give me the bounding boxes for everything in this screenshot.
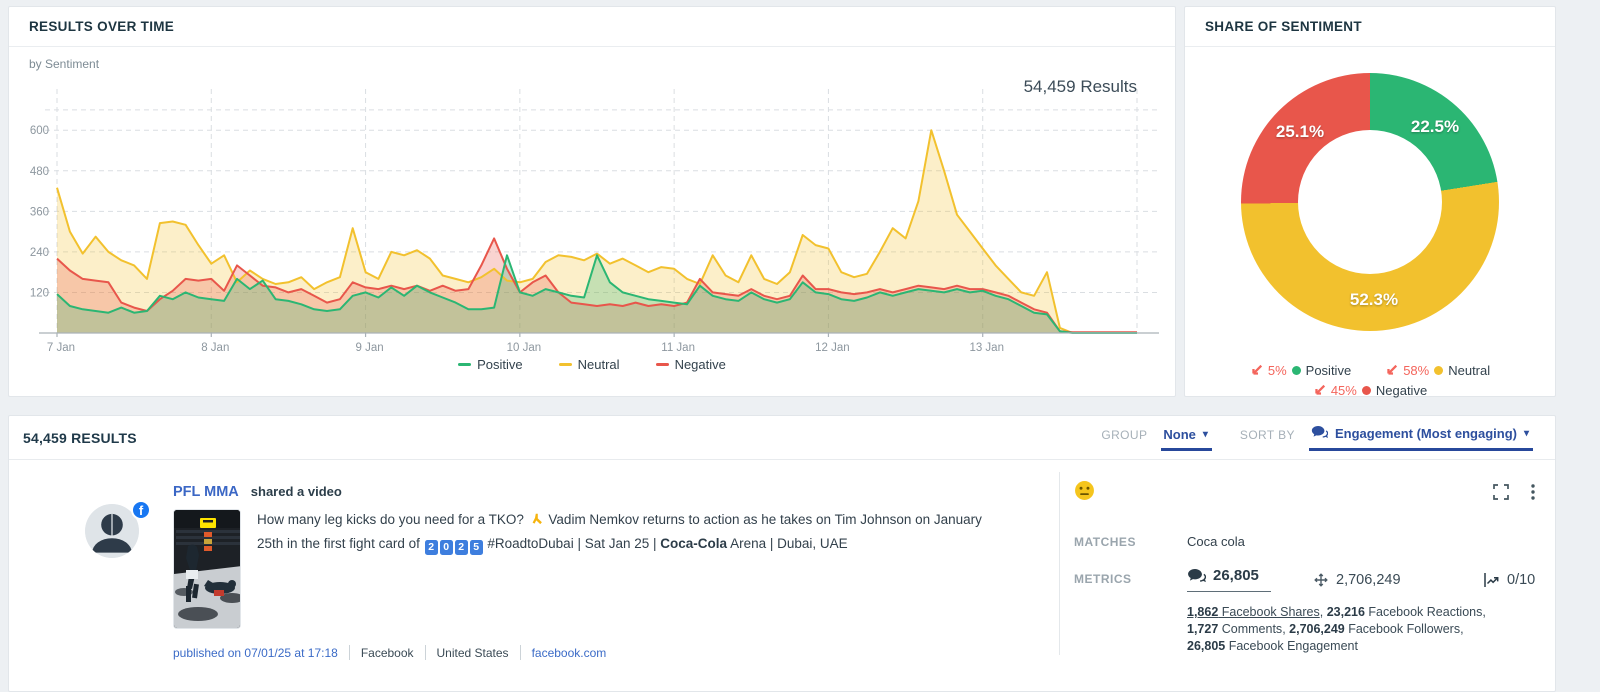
donut-label-negative: 25.1% — [1276, 122, 1324, 142]
engagement-count: 26,805 — [1213, 567, 1259, 584]
sentiment-time-chart: 120 240 360 480 600 7 Jan 8 Jan 9 Jan 10 Jan 11 J… — [9, 47, 1177, 392]
legend-label: Negative — [1376, 383, 1427, 398]
change-percent: 5% — [1268, 363, 1287, 378]
svg-text:120: 120 — [30, 287, 49, 299]
legend-swatch — [656, 363, 669, 366]
engagement-icon — [1311, 425, 1328, 442]
expand-icon[interactable] — [1493, 484, 1509, 500]
sort-value: Engagement (Most engaging) — [1335, 426, 1517, 441]
leg-emoji-icon — [530, 514, 543, 529]
panel-title: RESULTS OVER TIME — [9, 7, 1175, 47]
divider — [520, 645, 521, 660]
chevron-down-icon: ▾ — [1203, 429, 1208, 440]
network-label: Facebook — [361, 646, 414, 660]
svg-text:240: 240 — [30, 247, 49, 259]
divider — [349, 645, 350, 660]
svg-text:7 Jan: 7 Jan — [47, 342, 75, 354]
keycap-digit: 2 — [455, 540, 468, 555]
svg-text:480: 480 — [30, 166, 49, 178]
legend-item-negative[interactable]: Negative — [656, 357, 726, 372]
group-dropdown[interactable]: None ▾ — [1161, 427, 1212, 451]
legend-item-positive[interactable]: Positive — [458, 357, 523, 372]
metrics-breakdown: 1,862 Facebook Shares, 23,216 Facebook R… — [1187, 604, 1505, 655]
score-value: 0/10 — [1507, 572, 1535, 588]
legend-label: Neutral — [1448, 363, 1490, 378]
chat-bubbles-icon — [1187, 568, 1206, 583]
results-over-time-panel: RESULTS OVER TIME by Sentiment 54,459 Re… — [8, 6, 1176, 397]
group-label: GROUP — [1101, 428, 1147, 442]
donut-legend: 5% Positive 58% Neutral 45% Negative — [1185, 363, 1555, 403]
change-percent: 58% — [1403, 363, 1429, 378]
chevron-down-icon: ▾ — [1524, 428, 1529, 439]
legend-dot — [1292, 366, 1301, 375]
country-label: United States — [437, 646, 509, 660]
sentiment-legend-item-negative[interactable]: 45% Negative — [1313, 383, 1427, 398]
legend-swatch — [458, 363, 471, 366]
reach-metric[interactable]: 2,706,249 — [1313, 572, 1443, 588]
keycap-digit: 2 — [425, 540, 438, 555]
change-percent: 45% — [1331, 383, 1357, 398]
matched-term: Coca-Cola — [660, 536, 727, 551]
legend-label: Positive — [477, 357, 523, 372]
arrow-down-left-icon — [1385, 364, 1398, 377]
legend-label: Positive — [1306, 363, 1352, 378]
sentiment-donut-chart: 22.5% 52.3% 25.1% — [1241, 73, 1499, 331]
score-metric[interactable]: 0/10 — [1483, 572, 1535, 588]
result-action: shared a video — [251, 484, 342, 499]
trend-chart-icon — [1483, 572, 1500, 588]
share-of-sentiment-panel: SHARE OF SENTIMENT 22.5% 52.3% 25.1% 5% Pos… — [1184, 6, 1556, 397]
svg-text:360: 360 — [30, 206, 49, 218]
metrics-label: METRICS — [1074, 572, 1187, 586]
divider — [425, 645, 426, 660]
donut-hole — [1298, 130, 1442, 274]
four-way-arrows-icon — [1313, 572, 1329, 588]
legend-label: Neutral — [578, 357, 620, 372]
legend-dot — [1362, 386, 1371, 395]
legend-label: Negative — [675, 357, 726, 372]
result-author-link[interactable]: PFL MMA — [173, 484, 239, 500]
group-value: None — [1163, 427, 1196, 442]
keycap-digit: 5 — [470, 540, 483, 555]
results-panel: 54,459 RESULTS GROUP None ▾ SORT BY Enga… — [8, 415, 1556, 692]
reach-count: 2,706,249 — [1336, 572, 1401, 588]
sentiment-legend-item-neutral[interactable]: 58% Neutral — [1385, 363, 1490, 378]
sentiment-legend-item-positive[interactable]: 5% Positive — [1250, 363, 1351, 378]
kebab-menu-icon[interactable] — [1531, 484, 1535, 500]
legend-dot — [1434, 366, 1443, 375]
result-message: How many leg kicks do you need for a TKO… — [257, 509, 1009, 629]
site-link[interactable]: facebook.com — [532, 646, 607, 660]
svg-text:12 Jan: 12 Jan — [815, 342, 850, 354]
engagement-metric[interactable]: 26,805 — [1187, 567, 1271, 592]
time-chart-legend: Positive Neutral Negative — [9, 357, 1175, 372]
video-thumbnail[interactable] — [173, 509, 241, 629]
sort-by-label: SORT BY — [1240, 428, 1295, 442]
sentiment-neutral-icon[interactable] — [1074, 480, 1095, 506]
keycap-digit: 0 — [440, 540, 453, 555]
matches-label: MATCHES — [1074, 535, 1187, 549]
facebook-badge-icon: f — [131, 500, 151, 520]
svg-text:600: 600 — [30, 125, 49, 137]
panel-title: SHARE OF SENTIMENT — [1185, 7, 1555, 47]
legend-item-neutral[interactable]: Neutral — [559, 357, 620, 372]
donut-label-positive: 22.5% — [1411, 117, 1459, 137]
svg-text:11 Jan: 11 Jan — [661, 342, 695, 354]
legend-swatch — [559, 363, 572, 366]
results-count-title: 54,459 RESULTS — [23, 430, 137, 446]
arrow-down-left-icon — [1313, 384, 1326, 397]
svg-text:8 Jan: 8 Jan — [201, 342, 229, 354]
arrow-down-left-icon — [1250, 364, 1263, 377]
keycap-2025: 2025 — [424, 536, 484, 551]
result-card: f PFL MMA shared a video — [9, 460, 1555, 669]
svg-text:10 Jan: 10 Jan — [507, 342, 542, 354]
matches-value: Coca cola — [1187, 534, 1245, 549]
svg-text:9 Jan: 9 Jan — [356, 342, 384, 354]
sort-dropdown[interactable]: Engagement (Most engaging) ▾ — [1309, 425, 1533, 451]
published-link[interactable]: published on 07/01/25 at 17:18 — [173, 646, 338, 660]
donut-label-neutral: 52.3% — [1350, 290, 1398, 310]
svg-text:13 Jan: 13 Jan — [969, 342, 1004, 354]
